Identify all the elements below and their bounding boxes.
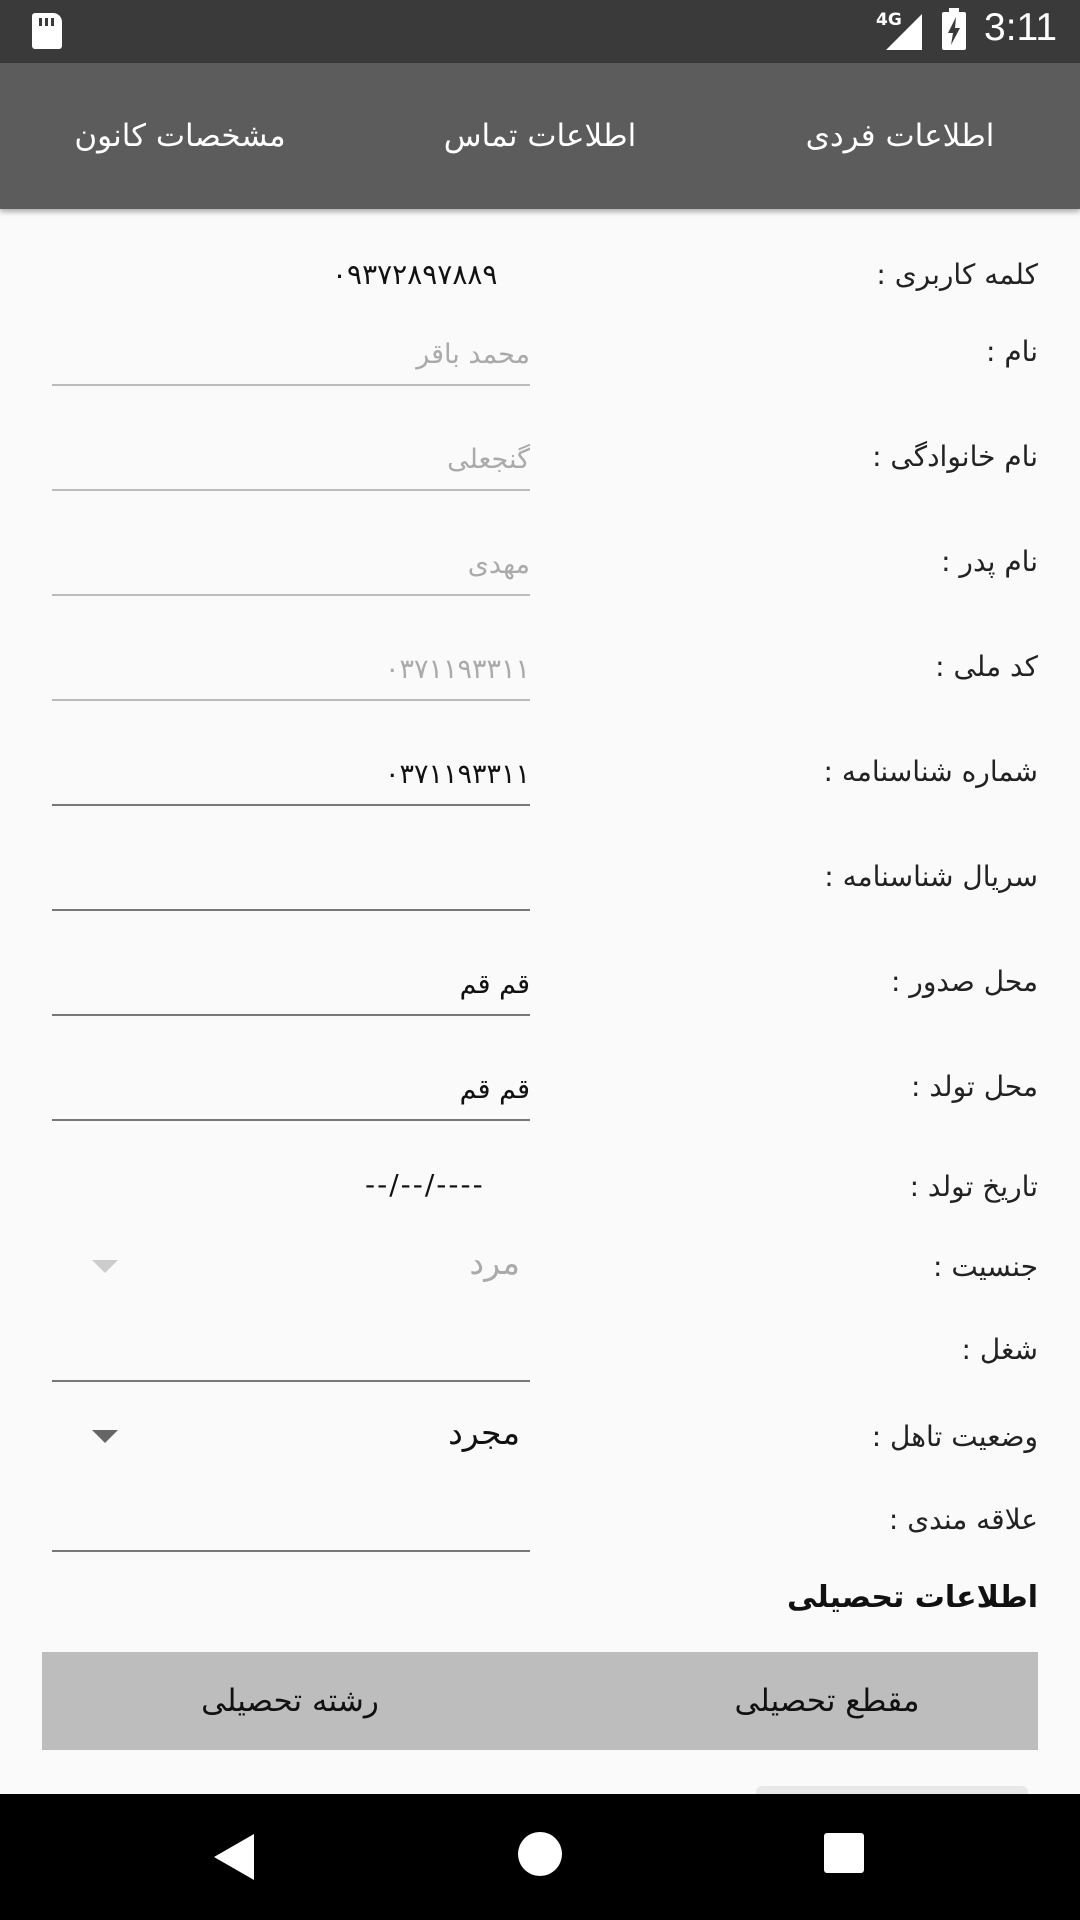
issue-place-value: قم قم [459,969,530,1000]
id-number-field[interactable]: ۰۳۷۱۱۹۳۳۱۱ [52,742,530,806]
issue-place-field[interactable]: قم قم [52,952,530,1016]
back-icon[interactable] [214,1834,254,1880]
first-name-placeholder: محمد باقر [416,339,530,370]
birth-date-picker[interactable]: --/--/---- [365,1168,485,1201]
id-number-label: شماره شناسنامه : [823,755,1039,788]
tab-bar: اطلاعات فردی اطلاعات تماس مشخصات کانون [0,63,1080,209]
gender-label: جنسیت : [932,1250,1038,1283]
id-serial-label: سریال شناسنامه : [824,860,1038,893]
tab-personal-info[interactable]: اطلاعات فردی [760,63,1040,209]
field-of-study-button[interactable]: رشته تحصیلی [90,1652,490,1750]
navigation-bar [0,1794,1080,1920]
id-number-value: ۰۳۷۱۱۹۳۳۱۱ [384,759,530,790]
interests-label: علاقه مندی : [888,1503,1038,1536]
education-bar: مقطع تحصیلی رشته تحصیلی [42,1652,1038,1750]
birth-date-label: تاریخ تولد : [909,1170,1038,1203]
national-code-placeholder: ۰۳۷۱۱۹۳۳۱۱ [384,654,530,685]
recent-apps-icon[interactable] [824,1833,864,1873]
birth-place-value: قم قم [459,1074,530,1105]
tab-contact-info[interactable]: اطلاعات تماس [400,63,680,209]
gender-dropdown-icon[interactable] [92,1260,118,1273]
last-name-label: نام خانوادگی : [872,440,1038,473]
father-name-placeholder: مهدی [467,549,530,580]
status-bar: 4G 3:11 [0,0,1080,63]
username-label: کلمه کاربری : [876,258,1038,291]
issue-place-label: محل صدور : [890,965,1038,998]
sd-card-icon [32,13,62,49]
father-name-label: نام پدر : [941,545,1038,578]
degree-button[interactable]: مقطع تحصیلی [627,1652,1027,1750]
interests-field[interactable] [52,1488,530,1552]
username-value: ۰۹۳۷۲۸۹۷۸۸۹ [332,258,498,291]
education-section-title: اطلاعات تحصیلی [787,1580,1038,1615]
battery-charging-icon [942,8,966,50]
marital-status-label: وضعیت تاهل : [871,1420,1038,1453]
marital-dropdown-icon[interactable] [92,1430,118,1443]
job-field[interactable] [52,1318,530,1382]
network-type-label: 4G [876,10,902,30]
gender-spinner[interactable]: مرد [469,1243,520,1282]
father-name-field[interactable]: مهدی [52,532,530,596]
birth-place-field[interactable]: قم قم [52,1057,530,1121]
first-name-label: نام : [986,335,1038,368]
marital-status-spinner[interactable]: مجرد [448,1413,520,1452]
first-name-field[interactable]: محمد باقر [52,322,530,386]
tab-center-details[interactable]: مشخصات کانون [40,63,320,209]
last-name-field[interactable]: گنجعلی [52,427,530,491]
clock: 3:11 [984,6,1058,49]
national-code-label: کد ملی : [935,650,1038,683]
home-icon[interactable] [518,1832,562,1876]
id-serial-field[interactable] [52,847,530,911]
national-code-field[interactable]: ۰۳۷۱۱۹۳۳۱۱ [52,637,530,701]
birth-place-label: محل تولد : [911,1070,1038,1103]
last-name-placeholder: گنجعلی [447,444,530,475]
job-label: شغل : [961,1333,1038,1366]
